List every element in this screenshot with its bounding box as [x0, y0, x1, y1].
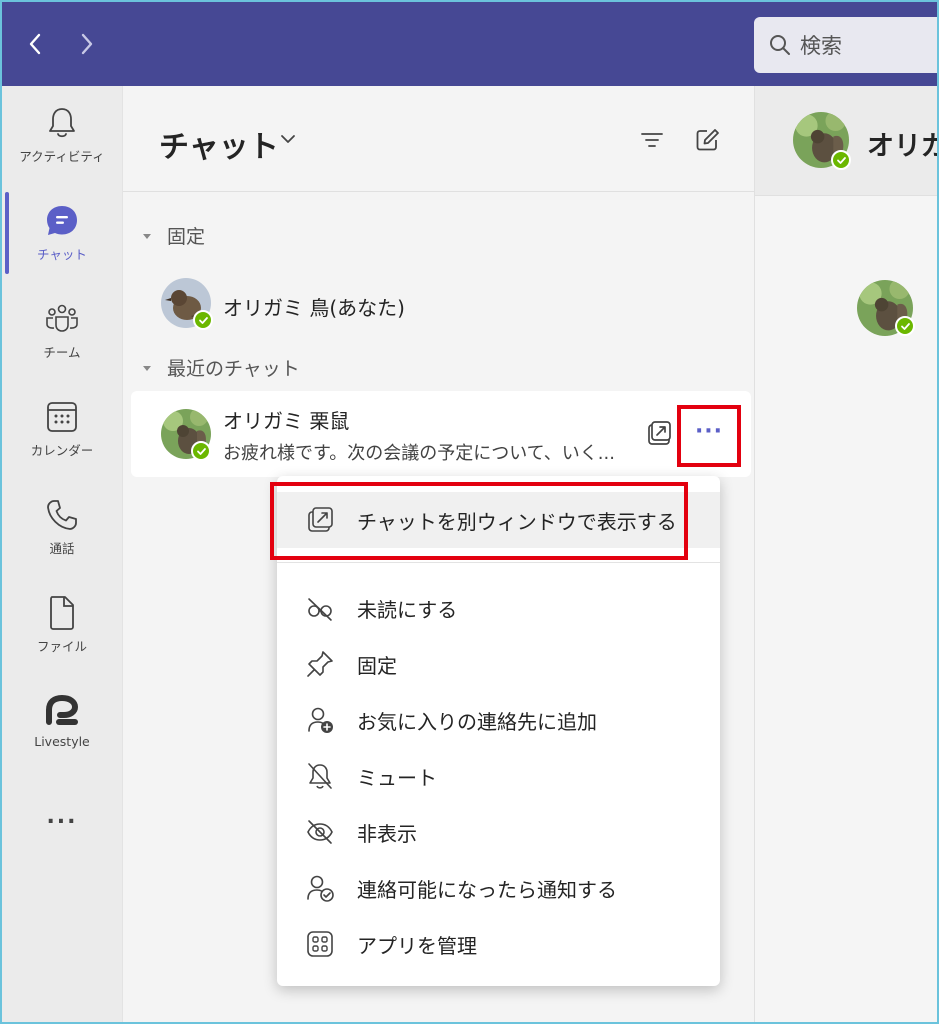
- menu-item-label: 固定: [357, 653, 397, 678]
- add-contact-icon: [308, 707, 333, 733]
- more-icon: ···: [694, 419, 724, 444]
- conversation-pane: オリガ: [754, 86, 937, 1022]
- menu-item-label: 連絡可能になったら通知する: [357, 877, 617, 902]
- chat-preview: お疲れ様です。次の会議の予定について、いく...: [223, 443, 615, 464]
- chat-name: オリガミ 鳥(あなた): [223, 296, 405, 320]
- caret-down-icon: [143, 365, 151, 371]
- teams-icon: [46, 304, 78, 332]
- rail-label: ファイル: [36, 639, 87, 654]
- rail-item-activity[interactable]: アクティビティ: [2, 96, 122, 186]
- file-icon: [50, 596, 74, 630]
- calendar-icon: [47, 402, 77, 432]
- mute-icon: [308, 763, 332, 789]
- caret-down-icon: [143, 233, 151, 239]
- menu-item-label: お気に入りの連絡先に追加: [357, 709, 597, 734]
- search-placeholder: 検索: [800, 34, 842, 58]
- chat-list-header: チャット: [123, 86, 755, 192]
- pin-icon: [307, 651, 333, 677]
- recent-chat-item[interactable]: オリガミ 栗鼠 お疲れ様です。次の会議の予定について、いく... ···: [131, 391, 751, 477]
- presence-available-icon: [191, 441, 211, 461]
- menu-item-label: アプリを管理: [357, 933, 477, 958]
- rail-label: アクティビティ: [19, 149, 105, 164]
- menu-item-add-favorite[interactable]: お気に入りの連絡先に追加: [277, 692, 720, 748]
- rail-label: チャット: [37, 247, 87, 262]
- conversation-header: オリガ: [755, 86, 937, 196]
- new-chat-icon[interactable]: [693, 126, 721, 154]
- rail-label: チーム: [43, 345, 81, 360]
- rail-item-chat[interactable]: チャット: [2, 194, 122, 284]
- menu-item-label: ミュート: [357, 765, 437, 790]
- chat-name: オリガミ 栗鼠: [223, 409, 350, 433]
- app-window: 検索 アクティビティ チャット チーム カレンダー 通話 ファイル Livest…: [2, 2, 937, 1022]
- more-apps-button[interactable]: ...: [2, 796, 122, 836]
- rail-label: 通話: [49, 541, 75, 556]
- livestyle-icon: [46, 694, 79, 725]
- menu-item-pin[interactable]: 固定: [277, 636, 720, 692]
- pinned-chat-item[interactable]: オリガミ 鳥(あなた): [123, 264, 755, 330]
- notify-available-icon: [307, 875, 334, 902]
- menu-divider: [277, 562, 720, 563]
- title-bar: 検索: [2, 2, 937, 86]
- menu-item-mute[interactable]: ミュート: [277, 748, 720, 804]
- pinned-section-label[interactable]: 固定: [141, 222, 205, 249]
- forward-button[interactable]: [72, 24, 102, 64]
- more-icon: ...: [46, 804, 78, 829]
- more-options-button[interactable]: ···: [677, 405, 741, 467]
- annotation-highlight-box: [270, 482, 688, 560]
- search-icon: [770, 35, 790, 55]
- unread-icon: [308, 598, 332, 621]
- rail-item-files[interactable]: ファイル: [2, 586, 122, 676]
- menu-item-notify-available[interactable]: 連絡可能になったら通知する: [277, 860, 720, 916]
- presence-available-icon: [193, 310, 213, 330]
- app-rail: アクティビティ チャット チーム カレンダー 通話 ファイル Livestyle…: [2, 86, 122, 1022]
- manage-apps-icon: [307, 931, 333, 957]
- menu-item-mark-unread[interactable]: 未読にする: [277, 580, 720, 636]
- rail-item-teams[interactable]: チーム: [2, 292, 122, 382]
- bell-icon: [49, 108, 75, 138]
- rail-item-calendar[interactable]: カレンダー: [2, 390, 122, 480]
- phone-icon: [47, 500, 77, 530]
- menu-item-label: 未読にする: [357, 597, 458, 622]
- section-label-text: 最近のチャット: [167, 358, 300, 380]
- presence-available-icon: [895, 316, 915, 336]
- presence-available-icon: [831, 150, 851, 170]
- filter-icon[interactable]: [638, 126, 666, 154]
- chevron-down-icon[interactable]: [277, 128, 299, 150]
- menu-item-hide[interactable]: 非表示: [277, 804, 720, 860]
- chat-list-title[interactable]: チャット: [159, 122, 279, 166]
- hide-icon: [307, 820, 333, 844]
- popout-icon[interactable]: [645, 419, 673, 447]
- back-button[interactable]: [20, 24, 50, 64]
- menu-item-label: 非表示: [357, 821, 417, 846]
- rail-label: Livestyle: [34, 734, 90, 749]
- rail-item-livestyle[interactable]: Livestyle: [2, 684, 122, 774]
- rail-label: カレンダー: [30, 443, 94, 458]
- chat-icon: [47, 206, 77, 235]
- recent-section-label[interactable]: 最近のチャット: [141, 354, 300, 381]
- section-label-text: 固定: [167, 226, 206, 248]
- chevron-right-icon: [81, 33, 93, 55]
- menu-item-manage-apps[interactable]: アプリを管理: [277, 916, 720, 972]
- search-input[interactable]: 検索: [754, 17, 937, 73]
- rail-item-calls[interactable]: 通話: [2, 488, 122, 578]
- conversation-title: オリガ: [867, 131, 937, 162]
- chevron-left-icon: [29, 33, 41, 55]
